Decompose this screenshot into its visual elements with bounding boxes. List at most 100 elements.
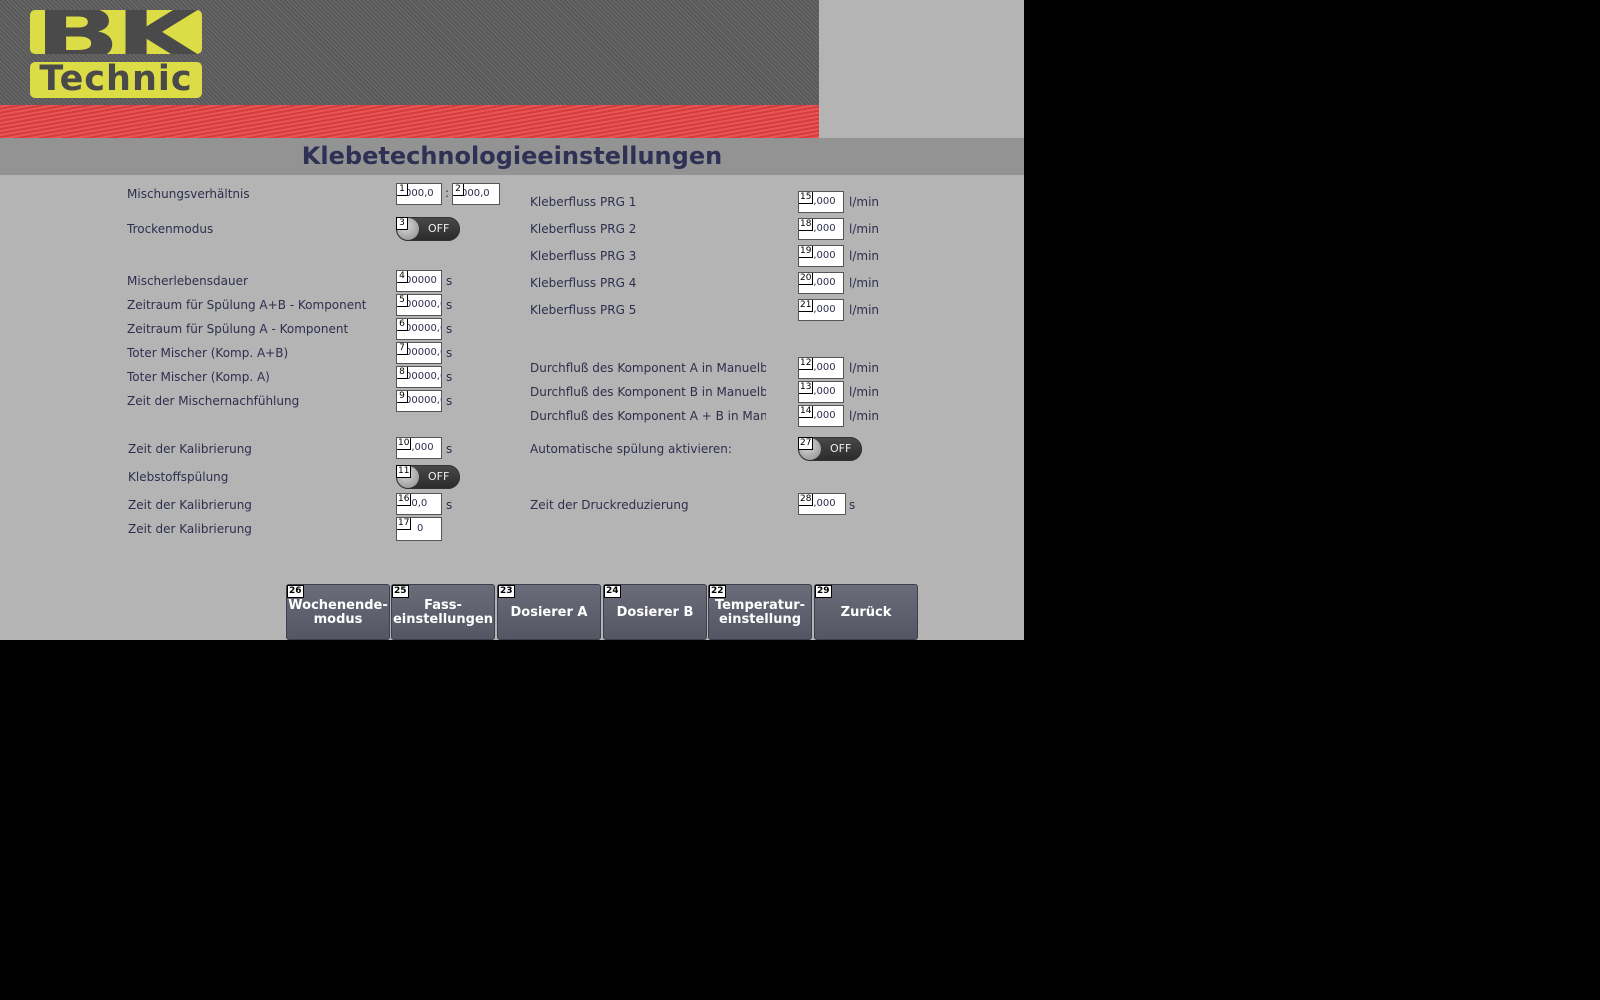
glue-flow-prg-3-field[interactable]: 19 0,000 — [798, 245, 844, 267]
glue-flush-toggle[interactable]: OFF 11 — [396, 465, 460, 489]
left-row-4-unit: s — [446, 346, 453, 360]
left-row-3-value: 00000,0 — [405, 323, 441, 334]
pressure-reduction-field[interactable]: 28 0,000 — [798, 493, 846, 515]
field-number-badge: 19 — [799, 246, 814, 258]
calibration-time-2-unit: s — [446, 498, 453, 512]
glue-flow-prg-4-unit: l/min — [849, 276, 880, 290]
mix-ratio-field-b[interactable]: 2 000,0 — [452, 183, 500, 205]
glue-flow-prg-5-field[interactable]: 21 0,000 — [798, 299, 844, 321]
button-number-badge: 25 — [392, 585, 409, 598]
field-number-badge: 11 — [396, 465, 412, 478]
pressure-reduction-label: Zeit der Druckreduzierung — [530, 498, 689, 512]
header-right-area — [819, 0, 1024, 138]
left-row-6-value: 00000,0 — [405, 395, 441, 406]
field-number-badge: 16 — [397, 494, 412, 506]
toggle-state: OFF — [428, 222, 450, 235]
button-label: Dosierer A — [510, 605, 588, 620]
glue-flow-prg-5-label: Kleberfluss PRG 5 — [530, 303, 637, 317]
glue-flow-prg-4-field[interactable]: 20 0,000 — [798, 272, 844, 294]
button-number-badge: 29 — [815, 585, 832, 598]
left-row-5-value: 00000,0 — [405, 371, 441, 382]
left-row-6-unit: s — [446, 394, 453, 408]
field-value: 0 — [417, 523, 424, 534]
nav-button-1[interactable]: 26 Wochenende- modus — [286, 584, 390, 640]
left-row-3-unit: s — [446, 322, 453, 336]
component-flow-2-label: Durchfluß des Komponent B in Manuelbetri… — [530, 385, 766, 399]
field-number-badge: 3 — [396, 217, 408, 230]
button-number-badge: 22 — [709, 585, 726, 598]
field-number-badge: 21 — [799, 300, 814, 312]
left-row-1-label: Mischerlebensdauer — [127, 274, 248, 288]
mix-ratio-separator: : — [445, 186, 450, 200]
button-label: Temperatur- einstellung — [714, 598, 806, 627]
field-number-badge: 13 — [799, 382, 814, 394]
left-row-1-field[interactable]: 4 00000 — [396, 270, 442, 292]
logo-text-top: BK — [34, 10, 202, 54]
nav-button-6[interactable]: 29 Zurück — [814, 584, 918, 640]
header-red-band — [0, 105, 819, 138]
left-row-6-field[interactable]: 900000,0 — [396, 390, 442, 412]
field-number-badge: 15 — [799, 192, 814, 204]
left-row-4-value: 00000,0 — [405, 347, 441, 358]
glue-flow-prg-3-label: Kleberfluss PRG 3 — [530, 249, 637, 263]
pressure-reduction-unit: s — [849, 498, 856, 512]
company-logo-top: BK — [30, 10, 202, 54]
calibration-time-field[interactable]: 10 0,000 — [396, 437, 442, 459]
component-flow-2-field[interactable]: 13 0,000 — [798, 381, 844, 403]
component-flow-1-label: Durchfluß des Komponent A in Manuelbetri… — [530, 361, 766, 375]
field-number-badge: 20 — [799, 273, 814, 285]
glue-flow-prg-3-unit: l/min — [849, 249, 880, 263]
calibration-time-unit: s — [446, 442, 453, 456]
left-row-1-value: 00000 — [405, 275, 437, 286]
logo-text-bottom: Technic — [39, 62, 193, 98]
field-number-badge: 27 — [798, 437, 814, 450]
glue-flow-prg-2-field[interactable]: 18 0,000 — [798, 218, 844, 240]
left-row-4-label: Toter Mischer (Komp. A+B) — [127, 346, 289, 360]
company-logo-bottom: Technic — [30, 62, 202, 98]
button-label: Dosierer B — [616, 605, 694, 620]
field-value: 000,0 — [405, 188, 434, 199]
calibration-time-label: Zeit der Kalibrierung — [128, 442, 252, 456]
field-number-badge: 6 — [397, 319, 408, 331]
page-title: Klebetechnologieeinstellungen — [0, 138, 1024, 175]
mix-ratio-field-a[interactable]: 1 000,0 — [396, 183, 442, 205]
calibration-time-2-field[interactable]: 16 00,0 — [396, 493, 442, 515]
toggle-state: OFF — [428, 470, 450, 483]
nav-button-5[interactable]: 22 Temperatur- einstellung — [708, 584, 812, 640]
glue-flow-prg-1-unit: l/min — [849, 195, 880, 209]
field-number-badge: 12 — [799, 358, 814, 370]
left-row-4-field[interactable]: 700000,0 — [396, 342, 442, 364]
glue-flow-prg-1-label: Kleberfluss PRG 1 — [530, 195, 637, 209]
button-label: Zurück — [840, 605, 892, 620]
left-row-2-field[interactable]: 500000,0 — [396, 294, 442, 316]
left-row-3-field[interactable]: 600000,0 — [396, 318, 442, 340]
button-number-badge: 26 — [287, 585, 304, 598]
left-row-5-field[interactable]: 800000,0 — [396, 366, 442, 388]
field-number-badge: 7 — [397, 343, 408, 355]
component-flow-3-field[interactable]: 14 0,000 — [798, 405, 844, 427]
field-number-badge: 8 — [397, 367, 408, 379]
calibration-time-3-field[interactable]: 17 0 — [396, 517, 442, 541]
auto-flush-label: Automatische spülung aktivieren: — [530, 442, 732, 456]
dry-mode-toggle[interactable]: OFF 3 — [396, 217, 460, 241]
button-number-badge: 24 — [604, 585, 621, 598]
component-flow-3-label: Durchfluß des Komponent A + B in Manuelb… — [530, 409, 766, 423]
nav-button-2[interactable]: 25 Fass- einstellungen — [391, 584, 495, 640]
glue-flush-label: Klebstoffspülung — [128, 470, 229, 484]
dry-mode-label: Trockenmodus — [127, 222, 214, 236]
field-number-badge: 14 — [799, 406, 814, 418]
field-number-badge: 18 — [799, 219, 814, 231]
left-row-1-unit: s — [446, 274, 453, 288]
glue-flow-prg-1-field[interactable]: 15 0,000 — [798, 191, 844, 213]
nav-button-4[interactable]: 24 Dosierer B — [603, 584, 707, 640]
nav-button-3[interactable]: 23 Dosierer A — [497, 584, 601, 640]
field-number-badge: 17 — [397, 518, 412, 530]
left-row-2-value: 00000,0 — [405, 299, 441, 310]
field-value: 000,0 — [461, 188, 490, 199]
auto-flush-toggle[interactable]: OFF 27 — [798, 437, 862, 461]
left-row-2-unit: s — [446, 298, 453, 312]
hmi-screen: BK Technic Klebetechnologieeinstellungen… — [0, 0, 1024, 640]
field-number-badge: 5 — [397, 295, 408, 307]
glue-flow-prg-5-unit: l/min — [849, 303, 880, 317]
component-flow-1-field[interactable]: 12 0,000 — [798, 357, 844, 379]
